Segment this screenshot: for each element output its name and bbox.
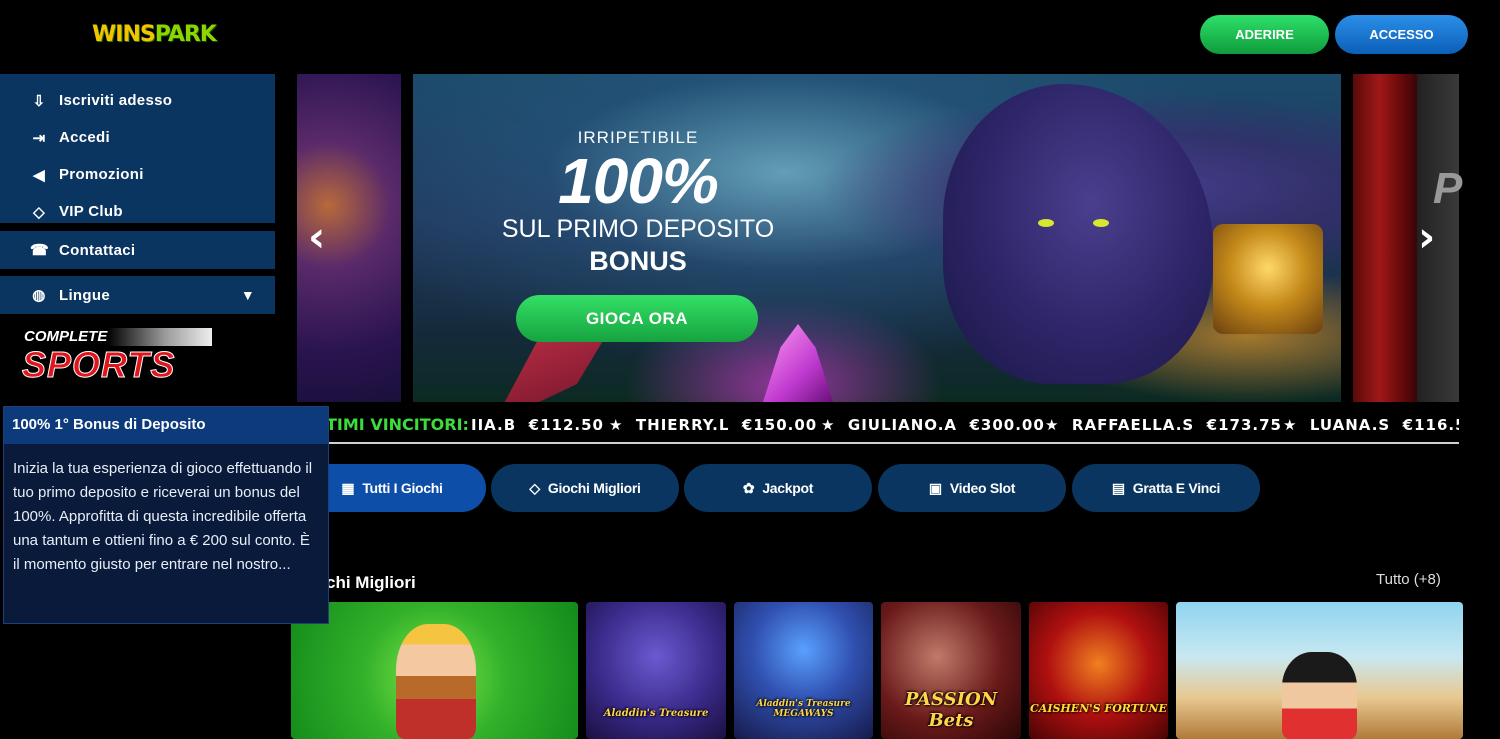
- chevron-down-icon: ▼: [240, 287, 255, 303]
- tab-jackpot[interactable]: ✿ Jackpot: [684, 464, 872, 512]
- section-title: chi Migliori: [326, 573, 416, 592]
- ticker-entry: ★ LUANA.S €116.50: [1283, 416, 1459, 434]
- chevron-right-icon[interactable]: ›: [1418, 212, 1435, 261]
- star-icon: ★: [821, 416, 836, 434]
- game-title: CAISHEN'S FORTUNE: [1030, 702, 1167, 715]
- megaphone-icon: ◀: [33, 166, 45, 184]
- diamond-icon: ◇: [33, 203, 45, 221]
- promo-tooltip: 100% 1° Bonus di Deposito Inizia la tua …: [3, 406, 329, 624]
- sidebar-menu: ⇩ Iscriviti adesso ⇥ Accedi ◀ Promozioni…: [0, 74, 275, 223]
- promo-tooltip-title: 100% 1° Bonus di Deposito: [4, 407, 328, 444]
- hero-percentage: 100%: [558, 145, 719, 217]
- game-title: Aladdin's Treasure: [603, 708, 709, 719]
- game-tile[interactable]: Aladdin's Treasure: [586, 602, 726, 739]
- logo-text-wins: WINS: [92, 22, 156, 47]
- diamond-icon: ◇: [529, 479, 540, 496]
- page: WINSPARK ADERIRE ACCESSO ⇩ Iscriviti ade…: [0, 0, 1500, 739]
- sidebar-item-promotions[interactable]: ◀ Promozioni: [0, 156, 275, 193]
- sidebar-item-vip[interactable]: ◇ VIP Club: [0, 193, 275, 230]
- clover-icon: ✿: [742, 479, 755, 496]
- game-tile[interactable]: [1176, 602, 1463, 739]
- hero-line-3: SUL PRIMO DEPOSITO: [501, 215, 775, 243]
- phone-icon: ☎: [30, 242, 49, 259]
- hero-promo-text: IRRIPETIBILE 100% SUL PRIMO DEPOSITO BON…: [493, 128, 783, 278]
- tab-scratch-cards[interactable]: ▤ Gratta E Vinci: [1072, 464, 1260, 512]
- sidebar-item-contact[interactable]: ☎ Contattaci: [0, 231, 275, 269]
- ticker-entry: ★ THIERRY.L €150.00: [609, 416, 818, 434]
- play-now-button[interactable]: GIOCA ORA: [516, 295, 758, 342]
- star-icon: ★: [1045, 416, 1060, 434]
- panther-illustration: [943, 84, 1213, 384]
- game-title: PASSION Bets: [904, 689, 998, 731]
- scratch-card-icon: ▤: [1111, 479, 1125, 496]
- game-tile[interactable]: CAISHEN'S FORTUNE: [1029, 602, 1168, 739]
- character-illustration: [1282, 652, 1357, 739]
- star-icon: ★: [609, 416, 624, 434]
- panther-eye: [1093, 219, 1109, 227]
- crystal-illustration: [763, 324, 833, 402]
- sidebar-item-label: VIP Club: [59, 203, 123, 220]
- winspark-logo[interactable]: WINSPARK: [92, 22, 217, 47]
- logo-text-park: PARK: [154, 22, 217, 47]
- panther-eye: [1038, 219, 1054, 227]
- sidebar-item-label: Iscriviti adesso: [59, 92, 173, 109]
- game-tile[interactable]: Aladdin's Treasure MEGAWAYS: [734, 602, 873, 739]
- chevron-left-icon[interactable]: ‹: [308, 212, 325, 261]
- ticker-label: TIMI VINCITORI:: [326, 415, 469, 434]
- slot-777-icon: ▣: [928, 479, 942, 496]
- partner-logo-bottom: SPORTS: [22, 344, 176, 385]
- game-title: Aladdin's Treasure MEGAWAYS: [756, 699, 851, 719]
- carousel-slide-active[interactable]: IRRIPETIBILE 100% SUL PRIMO DEPOSITO BON…: [413, 74, 1341, 402]
- star-icon: ★: [1283, 416, 1298, 434]
- hero-line-4: BONUS: [589, 246, 687, 276]
- promo-tooltip-body: Inizia la tua esperienza di gioco effett…: [13, 460, 313, 573]
- grid-icon: ▦: [341, 479, 355, 496]
- treasure-chest-illustration: [1213, 224, 1323, 334]
- sidebar-item-label: Contattaci: [59, 241, 136, 259]
- sidebar-item-label: Promozioni: [59, 166, 144, 183]
- game-tile[interactable]: [291, 602, 578, 739]
- sidebar-item-signup[interactable]: ⇩ Iscriviti adesso: [0, 82, 275, 119]
- login-icon: ⇥: [32, 129, 46, 147]
- game-tile[interactable]: PASSION Bets: [881, 602, 1021, 739]
- carousel-slide-next[interactable]: P: [1353, 74, 1463, 402]
- sidebar-item-label: Lingue: [59, 286, 110, 304]
- join-button[interactable]: ADERIRE: [1200, 15, 1329, 54]
- login-button[interactable]: ACCESSO: [1335, 15, 1468, 54]
- next-slide-text: P: [1433, 164, 1463, 213]
- complete-sports-logo[interactable]: COMPLETE SPORTS: [22, 328, 212, 386]
- see-all-link[interactable]: Tutto (+8): [1376, 571, 1441, 588]
- winners-ticker: TIMI VINCITORI: IIA.B €112.50 ★ THIERRY.…: [297, 404, 1459, 444]
- sidebar-item-login[interactable]: ⇥ Accedi: [0, 119, 275, 156]
- signup-icon: ⇩: [32, 92, 46, 110]
- ticker-entry: ★ RAFFAELLA.S €173.75: [1045, 416, 1282, 434]
- globe-icon: ◍: [32, 287, 46, 304]
- tab-top-games[interactable]: ◇ Giochi Migliori: [491, 464, 679, 512]
- sidebar-item-language[interactable]: ◍ Lingue ▼: [0, 276, 275, 314]
- king-character: [396, 624, 476, 739]
- sidebar-item-label: Accedi: [59, 129, 110, 146]
- ticker-entry: IIA.B €112.50: [471, 416, 604, 434]
- ticker-entry: ★ GIULIANO.A €300.00: [821, 416, 1045, 434]
- tab-video-slot[interactable]: ▣ Video Slot: [878, 464, 1066, 512]
